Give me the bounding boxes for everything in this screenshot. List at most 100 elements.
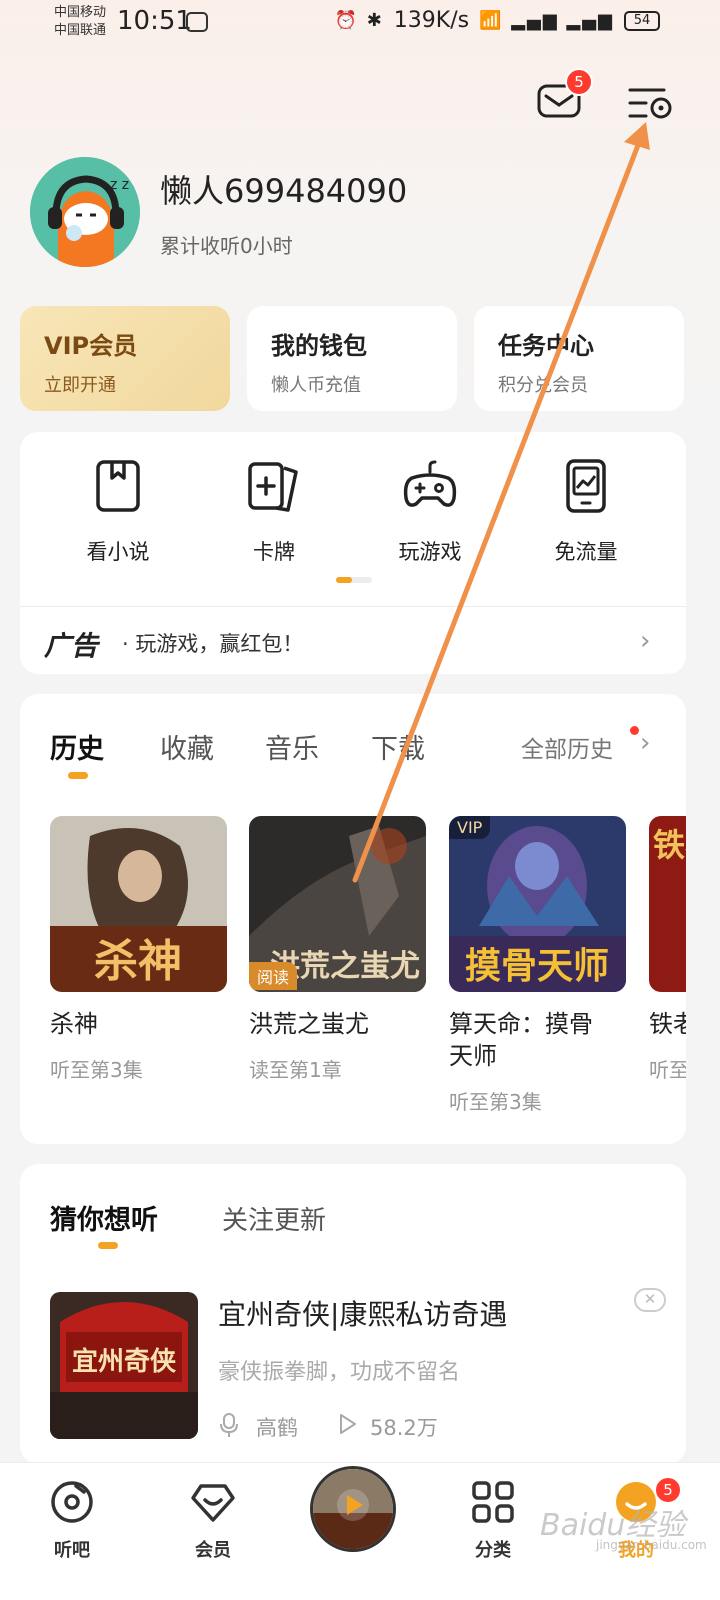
feature-label: 免流量 [554,540,618,564]
vip-title: VIP会员 [44,332,138,360]
tab-follow-updates[interactable]: 关注更新 [222,1200,326,1237]
nav-label: 会员 [195,1540,231,1561]
feature-free-data[interactable]: 免流量 [516,458,656,566]
nav-member[interactable]: 会员 [163,1478,263,1562]
listen-time: 累计收听0小时 [160,234,293,258]
settings-list-icon [628,88,672,119]
nav-label: 听吧 [54,1540,90,1561]
book-progress: 听至第3集 [50,1058,143,1082]
recommend-title[interactable]: 宜州奇侠|康熙私访奇遇 [218,1293,507,1333]
battery-icon: 54 [624,10,660,31]
tab-underline [68,772,88,779]
tab-guess-you-like[interactable]: 猜你想听 [50,1198,158,1237]
close-icon[interactable]: ✕ [634,1288,666,1312]
book-title-line2: 天师 [449,1042,497,1070]
svg-text:z z: z z [110,177,129,193]
cards-icon [248,462,298,512]
avatar-mascot-icon: z z [30,157,140,267]
tab-underline [98,1242,118,1249]
book-icon [96,460,140,512]
all-history-link[interactable]: 全部历史 [521,730,613,764]
divider [20,606,686,607]
carrier-1: 中国移动 [54,5,107,20]
settings-button[interactable] [626,84,674,122]
diamond-icon [191,1484,235,1522]
alarm-bluetooth-icon: ⏰ ✱ [334,10,384,31]
cover-image: 铁老大 [649,816,686,992]
wallet-subtitle: 懒人币充值 [271,375,361,396]
arrow-head-icon [624,122,650,150]
network-speed: 139K/s [393,8,470,33]
recommend-description: 豪侠振拳脚，功成不留名 [218,1360,461,1385]
task-subtitle: 积分兑会员 [498,375,588,396]
cover-title: 杀神 [94,936,182,987]
book-progress: 读至第1章 [249,1058,342,1082]
username[interactable]: 懒人699484090 [160,166,407,212]
book-cover[interactable]: 摸骨天师 VIP [449,816,626,992]
nav-category[interactable]: 分类 [443,1478,543,1562]
carrier-2: 中国联通 [54,23,107,38]
status-bar: 中国移动 中国联通 10:51 ⏰ ✱ 139K/s 📶 ▂▄▆ ▂▄▆ 54 [0,0,720,50]
disc-icon [51,1481,93,1523]
chevron-right-icon[interactable]: › [640,626,650,656]
feature-novel[interactable]: 看小说 [48,458,188,566]
play-count-icon [338,1412,358,1441]
feature-label: 卡牌 [253,540,295,564]
avatar[interactable]: z z [30,157,140,267]
gamepad-icon [403,460,457,507]
book-title[interactable]: 杀神 [50,1008,98,1040]
book-title[interactable]: 铁老 [649,1008,686,1040]
tab-favorites[interactable]: 收藏 [160,727,214,766]
grid-icon [472,1481,514,1523]
wallet-title: 我的钱包 [271,332,367,360]
book-cover[interactable]: 洪荒之蚩尤 阅读 [249,816,426,992]
nav-listen[interactable]: 听吧 [22,1478,122,1562]
task-center-card[interactable]: 任务中心 积分兑会员 [474,306,684,411]
feature-games[interactable]: 玩游戏 [360,458,500,566]
now-playing-cover [313,1469,393,1549]
tab-history[interactable]: 历史 [50,727,104,766]
book-title[interactable]: 洪荒之蚩尤 [249,1008,369,1040]
recommend-author: 高鹤 [256,1416,298,1440]
ad-label: 广告 [44,631,98,662]
book-cover[interactable]: 铁老大 [649,816,686,992]
cover-image: 宜州奇侠 [50,1292,198,1439]
read-tag: 阅读 [249,962,298,990]
vip-tag: VIP [449,816,491,839]
feature-label: 玩游戏 [398,540,462,564]
cover-image: 摸骨天师 [449,816,626,992]
cover-title: 摸骨天师 [465,945,609,987]
now-playing-button[interactable] [310,1466,396,1552]
cover-title: 宜州奇侠 [72,1346,177,1377]
watermark-url: jingyan.baidu.com [596,1538,707,1552]
vip-card[interactable]: VIP会员 立即开通 [20,306,230,411]
chevron-right-icon[interactable]: › [640,728,650,758]
carrier-names: 中国移动 中国联通 [54,4,106,40]
cover-title: 铁老大 [653,826,686,864]
nav-label: 分类 [475,1540,511,1561]
recommend-play-count: 58.2万 [370,1416,438,1440]
signal-icon: 📶 ▂▄▆ ▂▄▆ [479,10,614,31]
page-indicator-active [336,577,352,583]
feature-cards[interactable]: 卡牌 [204,458,344,566]
recommend-cover[interactable]: 宜州奇侠 [50,1292,198,1439]
book-title[interactable]: 算天命：摸骨 天师 [449,1008,593,1072]
task-title: 任务中心 [498,332,594,360]
app-icon [186,12,208,32]
ad-text[interactable]: · 玩游戏，赢红包！ [122,628,303,658]
clock: 10:51 [117,6,192,36]
book-title-line1: 算天命：摸骨 [449,1010,593,1038]
tab-music[interactable]: 音乐 [265,727,319,766]
wallet-card[interactable]: 我的钱包 懒人币充值 [247,306,457,411]
mail-badge: 5 [565,68,593,96]
phone-chart-icon [566,459,606,513]
cover-image: 杀神 [50,816,227,992]
book-cover[interactable]: 杀神 [50,816,227,992]
vip-subtitle: 立即开通 [44,375,116,396]
notification-dot [630,726,639,735]
mic-icon [218,1412,240,1443]
tab-downloads[interactable]: 下载 [371,727,425,766]
book-progress: 听至第3集 [449,1090,542,1114]
book-progress: 听至 [649,1058,686,1082]
feature-label: 看小说 [86,540,150,564]
